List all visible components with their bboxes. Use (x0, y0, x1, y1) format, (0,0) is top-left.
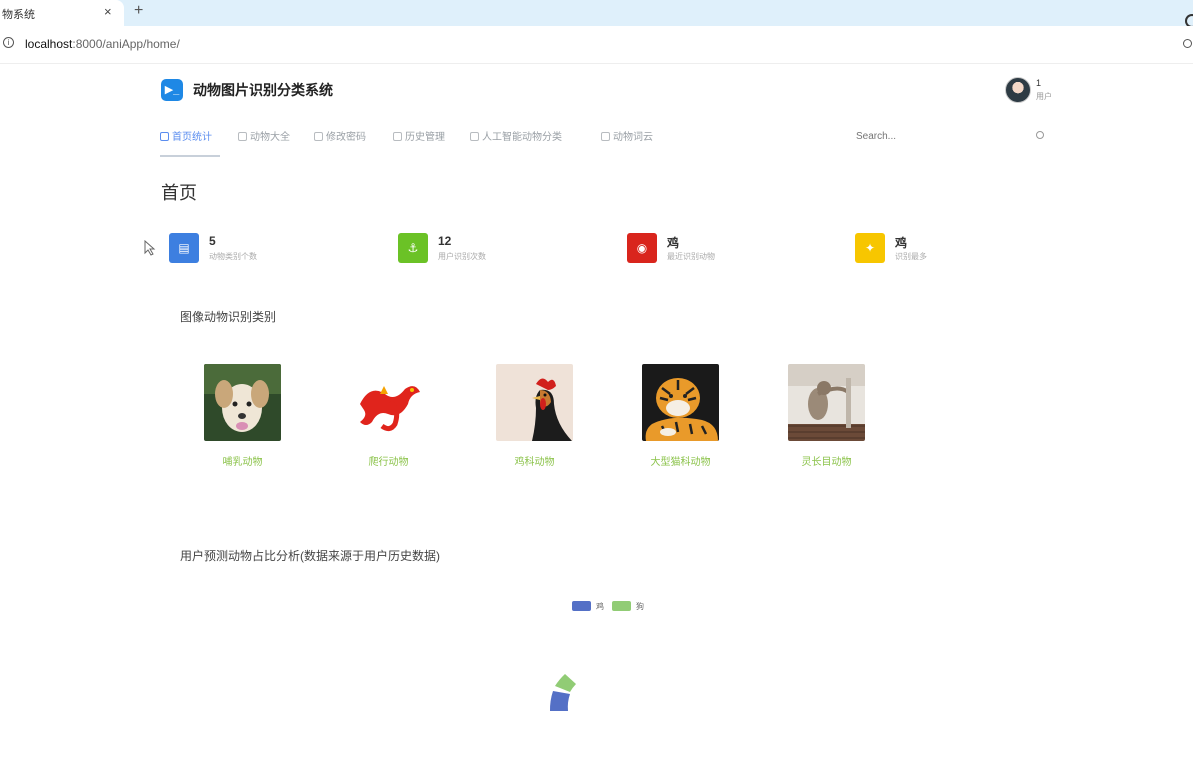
nav-item-history[interactable]: 历史管理 (393, 128, 445, 143)
monkey-photo (788, 364, 865, 441)
stat-label: 动物类别个数 (209, 252, 257, 261)
stat-card-most-recognized: ✦ 鸡 识别最多 (855, 225, 1075, 275)
nav-item-change-password[interactable]: 修改密码 (314, 128, 366, 143)
new-tab-button[interactable]: + (134, 2, 143, 20)
tiger-photo (642, 364, 719, 441)
categories-section-title: 图像动物识别类别 (180, 310, 277, 324)
edit-icon (470, 132, 479, 141)
search-icon[interactable] (1036, 131, 1044, 139)
page-title: 首页 (161, 183, 197, 203)
pie-slice-series-1[interactable] (555, 674, 576, 692)
nav-item-label: 历史管理 (405, 132, 445, 143)
stat-card-latest-animal: ◉ 鸡 最近识别动物 (627, 225, 847, 275)
nav-item-label: 动物大全 (250, 132, 290, 143)
eye-icon: ◉ (627, 233, 657, 263)
stat-value: 5 (209, 234, 216, 248)
mouse-cursor-icon (144, 240, 156, 256)
home-icon (160, 132, 169, 141)
search-input[interactable] (848, 125, 1048, 147)
dragon-photo (350, 364, 427, 441)
search-box (848, 125, 1048, 147)
cloud-icon (601, 132, 610, 141)
url-host: localhost (25, 37, 73, 51)
stat-card-category-count: ▤ 5 动物类别个数 (169, 225, 389, 275)
category-label: 爬行动物 (368, 457, 409, 468)
pie-chart-canvas (549, 674, 576, 711)
nav-item-animal-encyclopedia[interactable]: 动物大全 (238, 128, 290, 143)
star-icon: ✦ (855, 233, 885, 263)
site-info-icon[interactable]: i (3, 37, 14, 48)
nav-item-label: 首页统计 (172, 132, 212, 143)
browser-tab-title: 物系统 (2, 9, 35, 21)
app-logo-icon: ▶_ (161, 79, 183, 101)
stat-value: 12 (438, 234, 452, 248)
browser-tab[interactable]: 物系统 × (0, 0, 124, 26)
category-card-reptile[interactable]: 爬行动物 (330, 356, 450, 474)
document-icon (393, 132, 402, 141)
user-role: 用户 (1036, 92, 1052, 101)
user-avatar[interactable] (1005, 77, 1031, 103)
url-text[interactable]: localhost:8000/aniApp/home/ (25, 37, 180, 51)
lock-icon (314, 132, 323, 141)
nav-item-home-stats[interactable]: 首页统计 (160, 128, 212, 143)
stat-label: 最近识别动物 (667, 252, 715, 261)
category-card-mammal[interactable]: 哺乳动物 (184, 356, 304, 474)
rooster-photo (496, 364, 573, 441)
url-path: :8000/aniApp/home/ (72, 37, 180, 51)
stat-card-prediction-count: ⚓ 12 用户识别次数 (398, 225, 618, 275)
user-name: 1 (1036, 78, 1042, 88)
category-label: 灵长目动物 (801, 457, 852, 468)
category-card-primate[interactable]: 灵长目动物 (768, 356, 888, 474)
chart-section-title: 用户预测动物占比分析(数据来源于用户历史数据) (180, 549, 440, 563)
app-title: 动物图片识别分类系统 (193, 82, 333, 98)
category-label: 哺乳动物 (222, 457, 263, 468)
pie-slice-series-0[interactable] (549, 691, 570, 711)
nav-item-label: 人工智能动物分类 (482, 132, 562, 143)
anchor-icon: ⚓ (398, 233, 428, 263)
nav-item-label: 动物词云 (613, 132, 653, 143)
stat-value: 鸡 (895, 236, 908, 250)
nav-item-ai-classify[interactable]: 人工智能动物分类 (470, 128, 562, 143)
nav-item-word-cloud[interactable]: 动物词云 (601, 128, 653, 143)
prediction-pie-chart: 鸡 狗 (160, 576, 1050, 766)
extension-icon[interactable] (1183, 39, 1192, 48)
stat-label: 用户识别次数 (438, 252, 486, 261)
category-card-big-cat[interactable]: 大型猫科动物 (622, 356, 742, 474)
database-icon: ▤ (169, 233, 199, 263)
address-bar[interactable]: i localhost:8000/aniApp/home/ (0, 26, 1193, 64)
animal-icon (238, 132, 247, 141)
browser-tab-bar: 物系统 × + (0, 0, 1193, 28)
category-label: 大型猫科动物 (650, 457, 711, 468)
close-tab-icon[interactable]: × (104, 4, 112, 19)
active-tab-indicator (160, 155, 220, 157)
category-label: 鸡科动物 (514, 457, 555, 468)
dog-photo (204, 364, 281, 441)
stat-label: 识别最多 (895, 252, 927, 261)
nav-item-label: 修改密码 (326, 132, 366, 143)
category-card-galliformes[interactable]: 鸡科动物 (476, 356, 596, 474)
stat-value: 鸡 (667, 236, 680, 250)
